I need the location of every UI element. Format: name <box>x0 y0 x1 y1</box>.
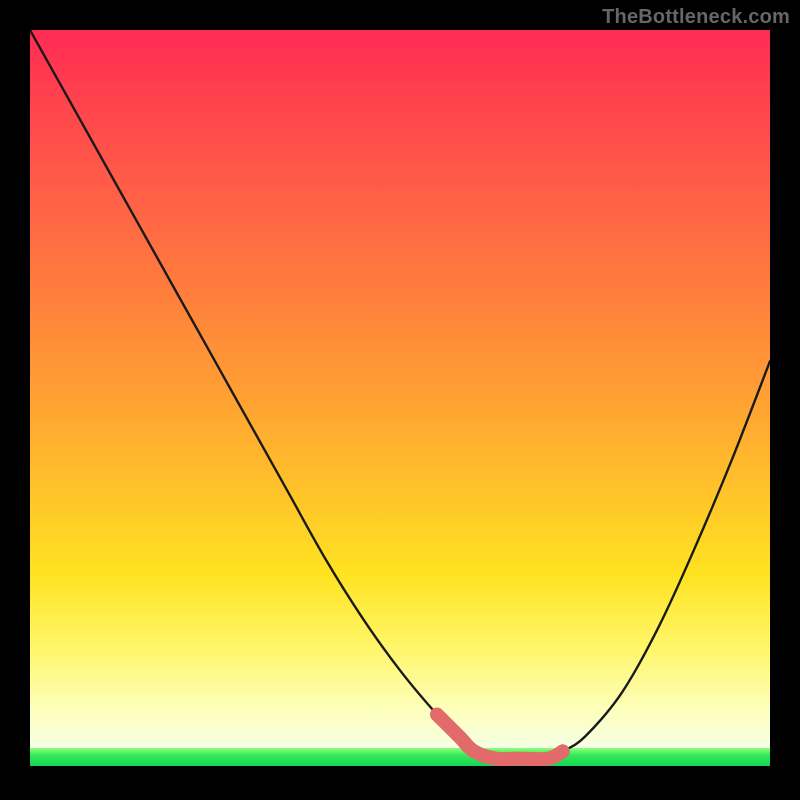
curve-svg <box>30 30 770 766</box>
bottleneck-curve-line <box>30 30 770 759</box>
chart-frame: TheBottleneck.com <box>0 0 800 800</box>
optimal-range-marker <box>437 715 563 760</box>
plot-area <box>30 30 770 766</box>
watermark-text: TheBottleneck.com <box>602 6 790 29</box>
